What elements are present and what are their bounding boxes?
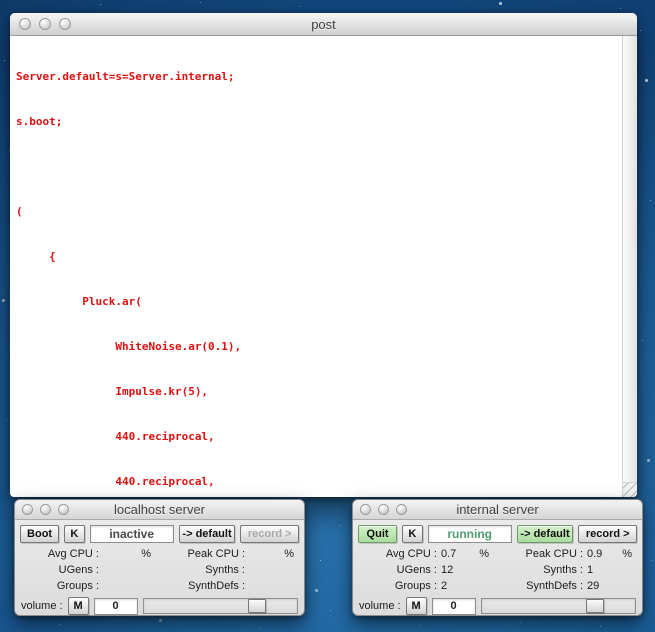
code-line: Server.default=s=Server.internal; <box>16 70 235 83</box>
code-line: Pluck.ar( <box>16 295 142 308</box>
resize-grip-icon[interactable] <box>622 482 637 497</box>
record-button[interactable]: record > <box>240 524 300 543</box>
code-line: 440.reciprocal, <box>16 430 215 443</box>
server-button-row: Boot K inactive -> default record > <box>15 520 304 543</box>
peak-cpu-label: Peak CPU : <box>525 548 583 560</box>
volume-label: volume : <box>21 600 63 612</box>
internal-server-window: internal server Quit K running -> defaul… <box>352 499 643 616</box>
volume-slider-handle[interactable] <box>247 599 266 613</box>
peak-cpu-value: 0.9 <box>587 548 603 560</box>
desktop-background-stars <box>0 0 1 1</box>
synthdefs-label: SynthDefs : <box>526 580 583 592</box>
volume-value[interactable]: 0 <box>431 597 476 615</box>
ugens-label: UGens : <box>58 564 99 576</box>
server-stats: Avg CPU : % Peak CPU : % UGens : Synths … <box>15 543 304 594</box>
make-default-button[interactable]: -> default <box>178 524 236 543</box>
stat-row: Avg CPU : % Peak CPU : % <box>15 546 304 562</box>
close-button[interactable] <box>360 504 371 515</box>
code-line: 440.reciprocal, <box>16 475 215 488</box>
code-line: { <box>16 250 56 263</box>
volume-row: volume : M 0 <box>353 594 642 615</box>
peak-cpu-label: Peak CPU : <box>187 548 245 560</box>
vertical-scrollbar[interactable] <box>622 36 637 482</box>
close-button[interactable] <box>22 504 33 515</box>
ugens-value: 12 <box>441 564 454 576</box>
window-controls <box>19 18 71 30</box>
synths-label: Synths : <box>543 564 583 576</box>
groups-label: Groups : <box>56 580 99 592</box>
window-title: post <box>311 16 336 32</box>
minimize-button[interactable] <box>378 504 389 515</box>
volume-slider[interactable] <box>142 598 298 614</box>
stat-row: UGens : Synths : <box>15 562 304 578</box>
code-editor[interactable]: Server.default=s=Server.internal; s.boot… <box>10 36 622 497</box>
make-default-button[interactable]: -> default <box>516 524 574 543</box>
ugens-label: UGens : <box>396 564 437 576</box>
record-button[interactable]: record > <box>578 524 638 543</box>
synths-value: 1 <box>587 564 594 576</box>
window-controls <box>360 504 407 515</box>
zoom-button[interactable] <box>396 504 407 515</box>
volume-label: volume : <box>359 600 401 612</box>
zoom-button[interactable] <box>59 18 71 30</box>
close-button[interactable] <box>19 18 31 30</box>
synthdefs-value: 29 <box>587 580 600 592</box>
stat-row: UGens : 12 Synths : 1 <box>353 562 642 578</box>
stat-row: Groups : SynthDefs : <box>15 578 304 594</box>
mute-button[interactable]: M <box>405 597 427 615</box>
server-button-row: Quit K running -> default record > <box>353 520 642 543</box>
kill-button[interactable]: K <box>64 524 85 543</box>
avg-cpu-label: Avg CPU : <box>47 548 99 560</box>
peak-cpu-unit: % <box>284 548 294 560</box>
synthdefs-label: SynthDefs : <box>188 580 245 592</box>
localhost-server-window: localhost server Boot K inactive -> defa… <box>14 499 305 616</box>
internal-titlebar[interactable]: internal server <box>353 500 642 520</box>
volume-slider[interactable] <box>480 598 636 614</box>
avg-cpu-unit: % <box>479 548 489 560</box>
post-window: post Server.default=s=Server.internal; s… <box>10 13 637 497</box>
peak-cpu-unit: % <box>622 548 632 560</box>
stat-row: Groups : 2 SynthDefs : 29 <box>353 578 642 594</box>
avg-cpu-value: 0.7 <box>441 548 457 560</box>
avg-cpu-unit: % <box>141 548 151 560</box>
quit-button[interactable]: Quit <box>358 524 398 543</box>
post-titlebar[interactable]: post <box>10 13 637 36</box>
code-line: ( <box>16 205 23 218</box>
zoom-button[interactable] <box>58 504 69 515</box>
code-line: Impulse.kr(5), <box>16 385 209 398</box>
synths-label: Synths : <box>205 564 245 576</box>
server-status: inactive <box>89 524 174 543</box>
volume-slider-handle[interactable] <box>585 599 604 613</box>
server-stats: Avg CPU : 0.7 % Peak CPU : 0.9 % UGens :… <box>353 543 642 594</box>
code-line: s.boot; <box>16 115 63 128</box>
minimize-button[interactable] <box>39 18 51 30</box>
localhost-titlebar[interactable]: localhost server <box>15 500 304 520</box>
avg-cpu-label: Avg CPU : <box>385 548 437 560</box>
volume-row: volume : M 0 <box>15 594 304 615</box>
boot-button[interactable]: Boot <box>20 524 60 543</box>
groups-label: Groups : <box>394 580 437 592</box>
mute-button[interactable]: M <box>67 597 89 615</box>
groups-value: 2 <box>441 580 448 592</box>
window-controls <box>22 504 69 515</box>
stat-row: Avg CPU : 0.7 % Peak CPU : 0.9 % <box>353 546 642 562</box>
kill-button[interactable]: K <box>402 524 423 543</box>
code-line: WhiteNoise.ar(0.1), <box>16 340 242 353</box>
server-status: running <box>427 524 512 543</box>
volume-value[interactable]: 0 <box>93 597 138 615</box>
minimize-button[interactable] <box>40 504 51 515</box>
post-content: Server.default=s=Server.internal; s.boot… <box>10 36 637 497</box>
